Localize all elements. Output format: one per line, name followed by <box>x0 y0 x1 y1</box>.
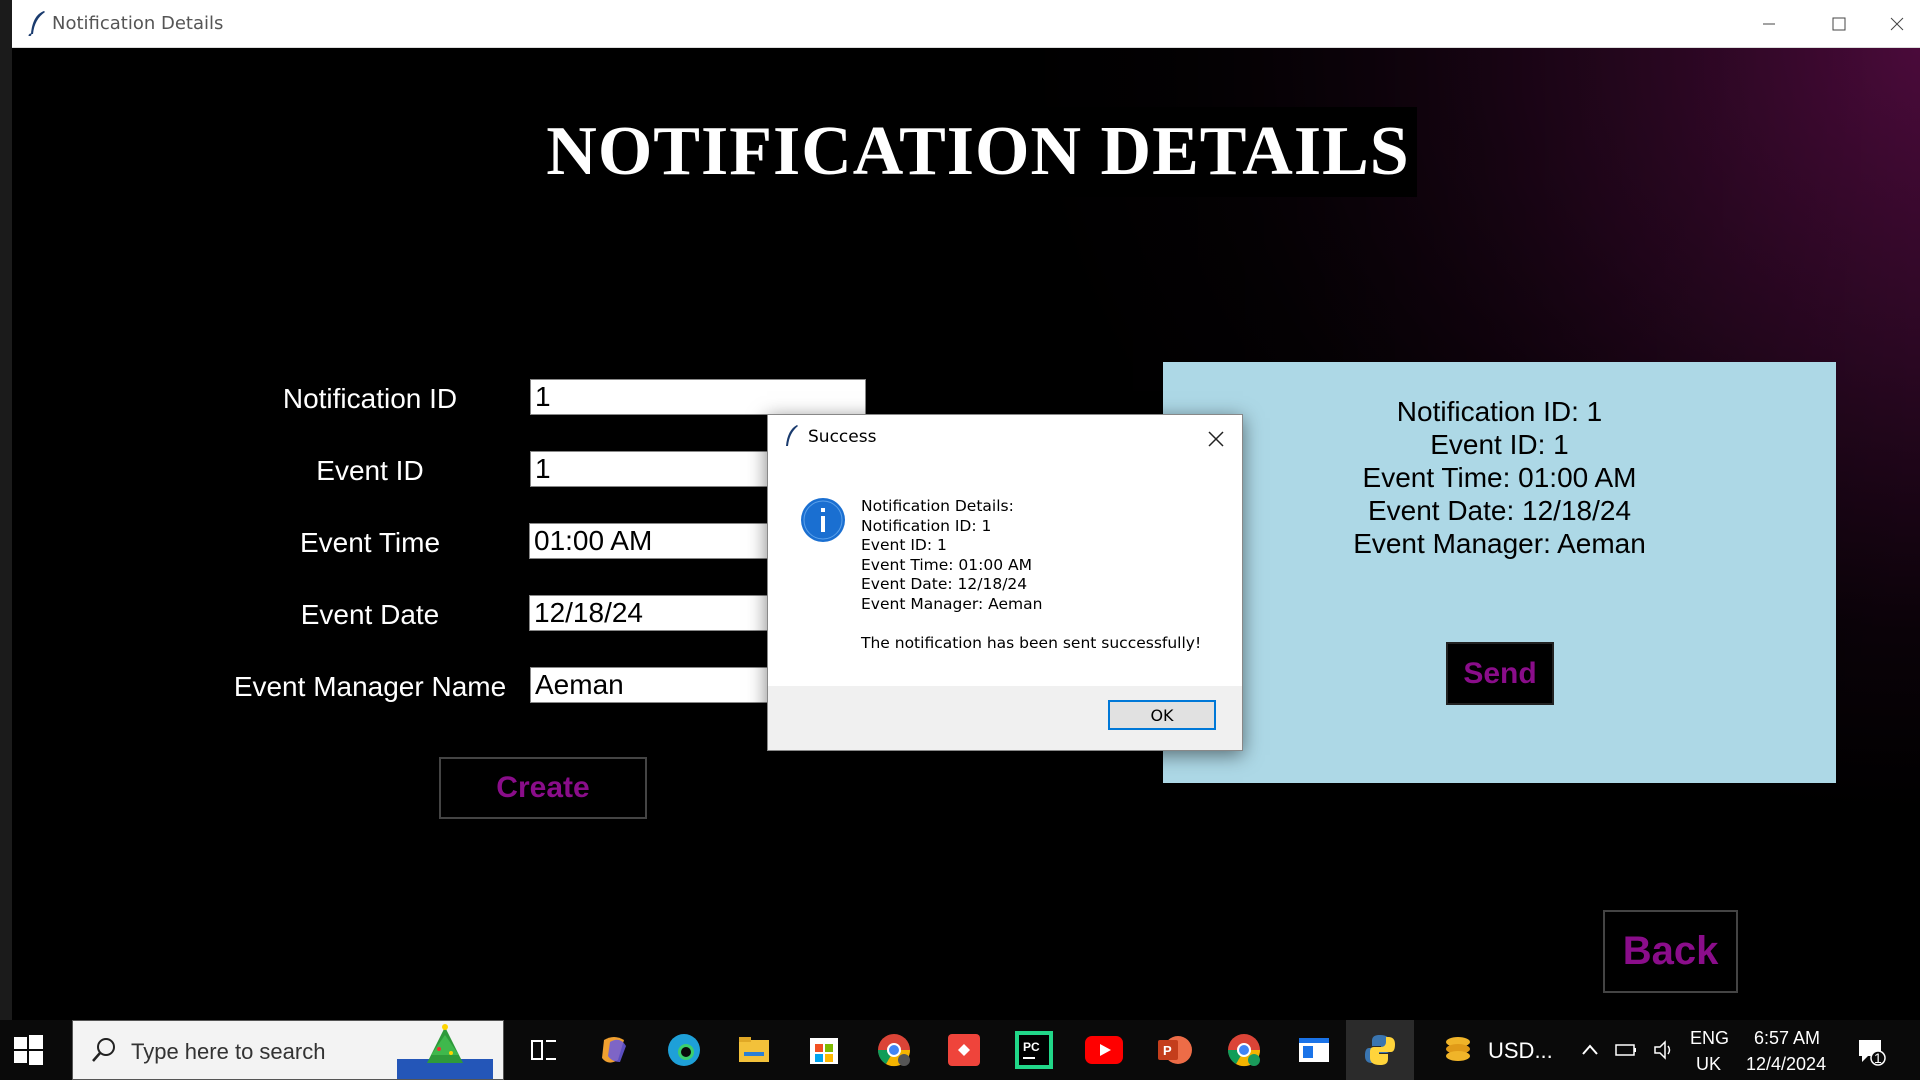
send-button[interactable]: Send <box>1446 642 1554 705</box>
dialog-line: Event Date: 12/18/24 <box>861 575 1028 593</box>
usd-app-label[interactable]: USD... <box>1488 1038 1553 1064</box>
dialog-line: Notification Details: <box>861 497 1014 515</box>
minimize-button[interactable] <box>1734 0 1804 47</box>
dialog-success-message: The notification has been sent successfu… <box>861 633 1202 652</box>
powerpoint-icon[interactable]: P <box>1154 1030 1194 1070</box>
copilot-icon[interactable] <box>594 1030 634 1070</box>
notification-id-label: Notification ID <box>282 383 458 414</box>
dialog-footer: OK <box>768 686 1242 750</box>
search-icon <box>92 1038 115 1062</box>
pycharm-icon[interactable]: PC <box>1014 1030 1054 1070</box>
taskbar: Type here to search PC P USD... ENG UK 6… <box>0 1020 1920 1080</box>
info-icon <box>801 498 845 542</box>
dialog-title: Success <box>808 427 877 447</box>
feather-icon <box>28 11 45 36</box>
dialog-line: Event Time: 01:00 AM <box>861 555 1032 574</box>
svg-text:P: P <box>1163 1043 1172 1058</box>
window-title: Notification Details <box>52 13 224 34</box>
feather-icon <box>786 425 798 446</box>
summary-line: Event Manager: Aeman <box>1353 528 1646 559</box>
summary-line: Event Date: 12/18/24 <box>1367 495 1632 526</box>
search-placeholder: Type here to search <box>131 1039 326 1064</box>
region-indicator[interactable]: UK <box>1696 1054 1721 1075</box>
christmas-tree-icon <box>397 1024 493 1079</box>
dialog-message: Notification Details: Notification ID: 1… <box>861 497 1201 653</box>
windows-start-icon[interactable] <box>12 1034 44 1066</box>
notification-id-input[interactable]: 1 <box>530 379 866 415</box>
event-date-label: Event Date <box>300 599 440 630</box>
dialog-line: Event ID: 1 <box>861 536 947 554</box>
clock-date[interactable]: 12/4/2024 <box>1746 1054 1826 1075</box>
language-indicator[interactable]: ENG <box>1690 1028 1729 1049</box>
create-button[interactable]: Create <box>439 757 647 819</box>
success-dialog: Success Notification Details: Notificati… <box>767 414 1243 751</box>
python-icon[interactable] <box>1346 1020 1414 1080</box>
event-manager-label: Event Manager Name <box>233 671 507 702</box>
back-button[interactable]: Back <box>1603 910 1738 993</box>
page-title: NOTIFICATION DETAILS <box>546 113 1410 190</box>
task-view-icon[interactable] <box>524 1030 564 1070</box>
heading-box: NOTIFICATION DETAILS <box>539 107 1417 197</box>
clock-time[interactable]: 6:57 AM <box>1754 1028 1820 1049</box>
minimize-icon <box>1763 23 1775 24</box>
close-icon <box>1890 17 1904 30</box>
chrome-icon[interactable] <box>874 1030 914 1070</box>
dialog-line: Event Manager: Aeman <box>861 594 1043 613</box>
volume-icon[interactable] <box>1652 1038 1676 1062</box>
dialog-line: Notification ID: 1 <box>861 516 992 535</box>
event-id-label: Event ID <box>316 455 424 486</box>
chrome-profile-icon[interactable] <box>1224 1030 1264 1070</box>
event-time-label: Event Time <box>299 527 441 558</box>
notification-count-badge: 1 <box>1874 1050 1882 1066</box>
summary-line: Event ID: 1 <box>1430 429 1569 460</box>
close-button[interactable] <box>1874 0 1920 47</box>
maximize-icon <box>1832 17 1846 30</box>
battery-icon[interactable] <box>1614 1040 1638 1060</box>
file-explorer-icon[interactable] <box>734 1030 774 1070</box>
close-icon[interactable] <box>1202 425 1230 453</box>
maximize-button[interactable] <box>1804 0 1874 47</box>
chevron-up-icon[interactable] <box>1580 1040 1600 1060</box>
notification-summary-panel: Notification ID: 1 Event ID: 1 Event Tim… <box>1163 362 1836 783</box>
svg-text:PC: PC <box>1023 1040 1040 1054</box>
summary-line: Notification ID: 1 <box>1396 396 1603 427</box>
window-app-icon[interactable] <box>1294 1030 1334 1070</box>
anydesk-icon[interactable] <box>944 1030 984 1070</box>
coins-icon[interactable] <box>1438 1030 1478 1070</box>
summary-line: Event Time: 01:00 AM <box>1362 462 1637 493</box>
title-bar[interactable]: Notification Details <box>12 0 1920 48</box>
ok-button[interactable]: OK <box>1108 700 1216 730</box>
microsoft-store-icon[interactable] <box>804 1030 844 1070</box>
edge-icon[interactable] <box>664 1030 704 1070</box>
taskbar-search[interactable]: Type here to search <box>72 1020 504 1080</box>
youtube-icon[interactable] <box>1084 1030 1124 1070</box>
